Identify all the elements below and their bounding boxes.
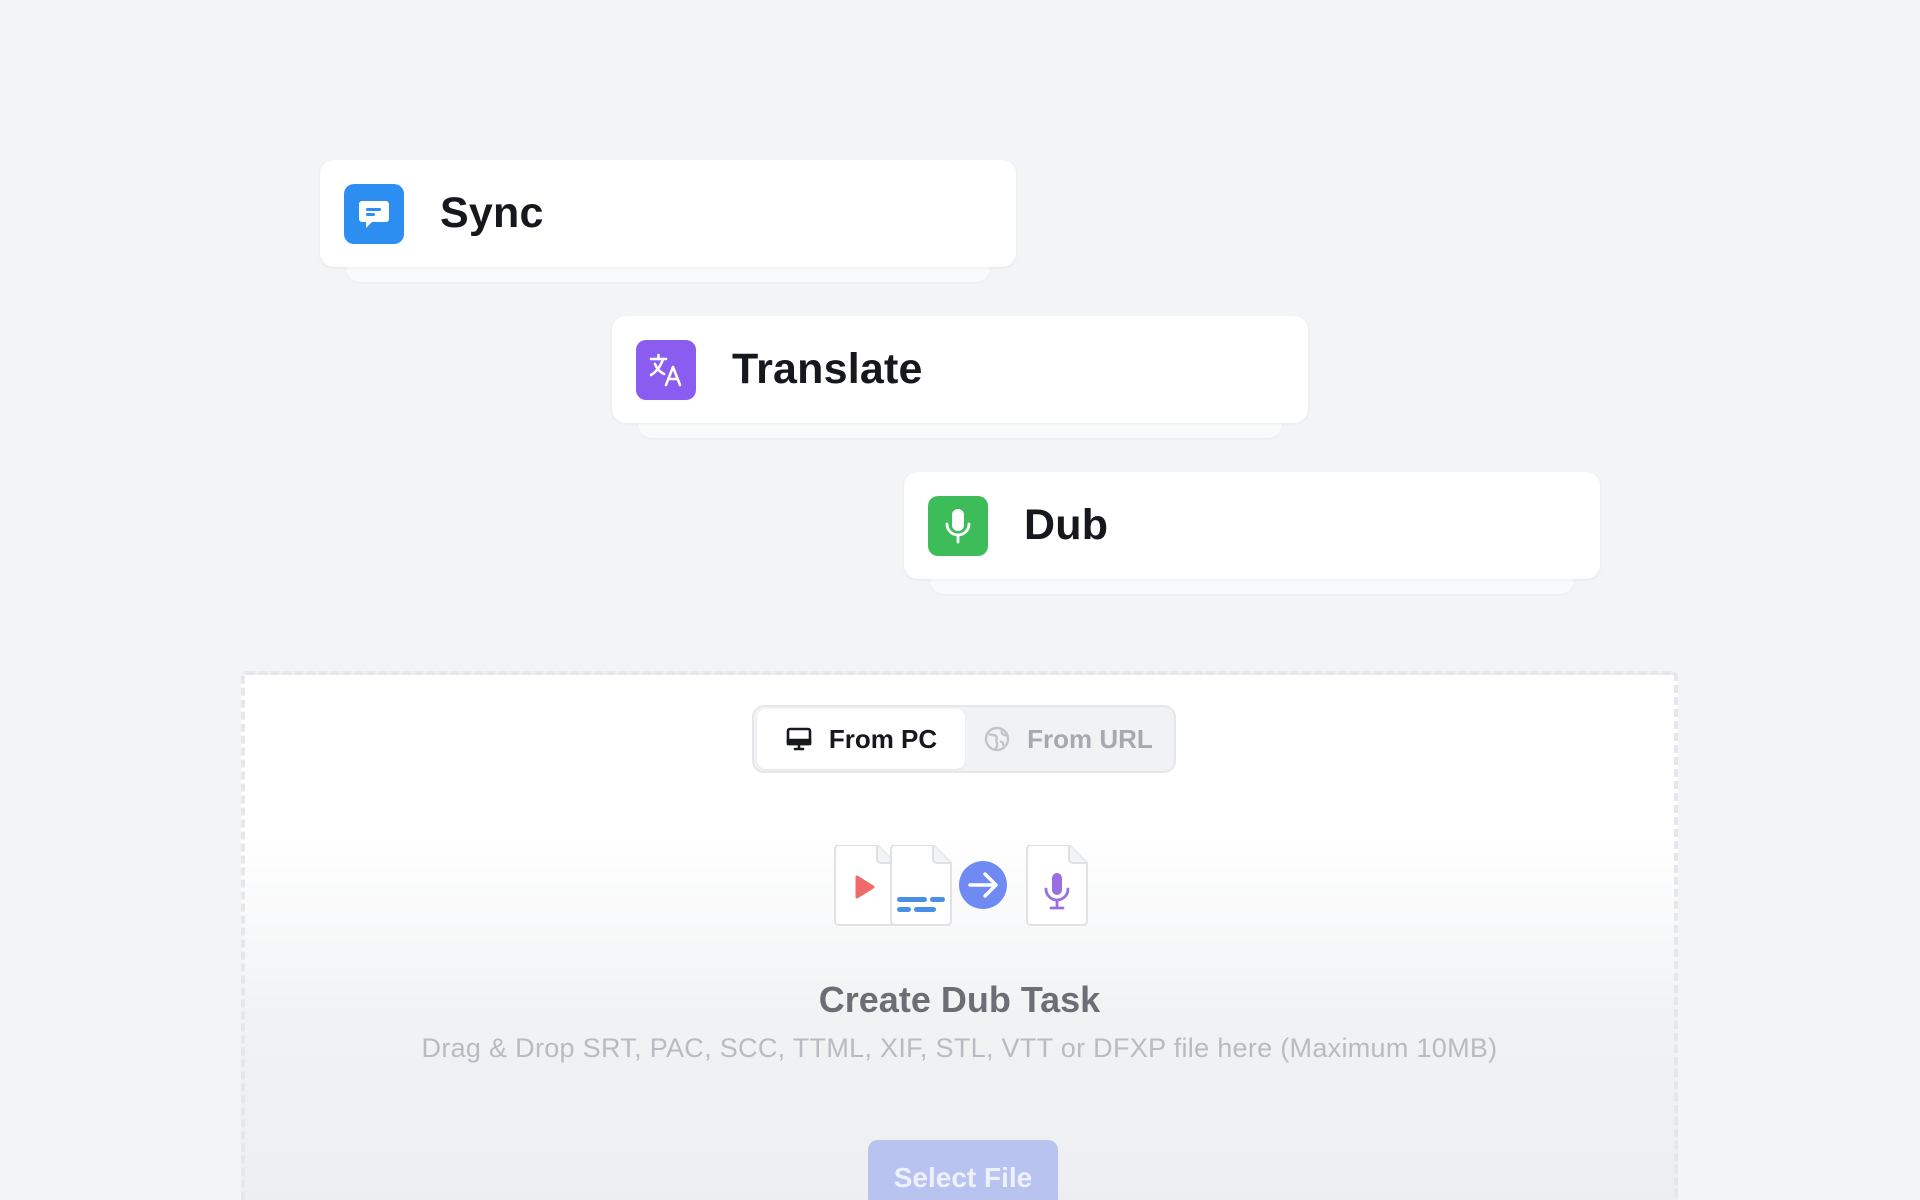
sync-label: Sync [440,189,544,237]
translate-icon [636,339,696,400]
tab-from-pc-label: From PC [828,723,938,754]
microphone-icon [928,495,988,556]
sync-card-wrap: Sync [320,160,1016,282]
translate-card-wrap: Translate [612,316,1308,438]
page: Sync Translate Dub From PC From URL Crea… [0,0,1920,1200]
tab-from-url[interactable]: From URL [965,709,1171,769]
select-file-button[interactable]: Select File [868,1140,1058,1200]
audio-file-icon [1026,845,1088,926]
subtitle-file-icon [890,845,952,926]
upload-title: Create Dub Task [818,979,1101,1020]
chat-bubble-icon [344,183,404,244]
dub-card[interactable]: Dub [904,472,1600,579]
tab-from-url-label: From URL [1027,723,1153,754]
monitor-icon [786,727,812,751]
tab-from-pc[interactable]: From PC [757,709,965,769]
arrow-right-icon [959,861,1007,909]
translate-card[interactable]: Translate [612,316,1308,423]
upload-description: Drag & Drop SRT, PAC, SCC, TTML, XIF, ST… [421,1033,1498,1063]
source-toggle: From PC From URL [752,705,1176,773]
dub-card-wrap: Dub [904,472,1600,594]
upload-dropzone[interactable]: From PC From URL Create Dub Task Drag & … [241,671,1678,1200]
file-flow-illustration [834,845,1088,926]
sync-card[interactable]: Sync [320,160,1016,267]
video-file-icon [834,845,896,926]
translate-label: Translate [732,345,923,393]
globe-icon [984,726,1010,752]
dub-label: Dub [1024,501,1109,549]
